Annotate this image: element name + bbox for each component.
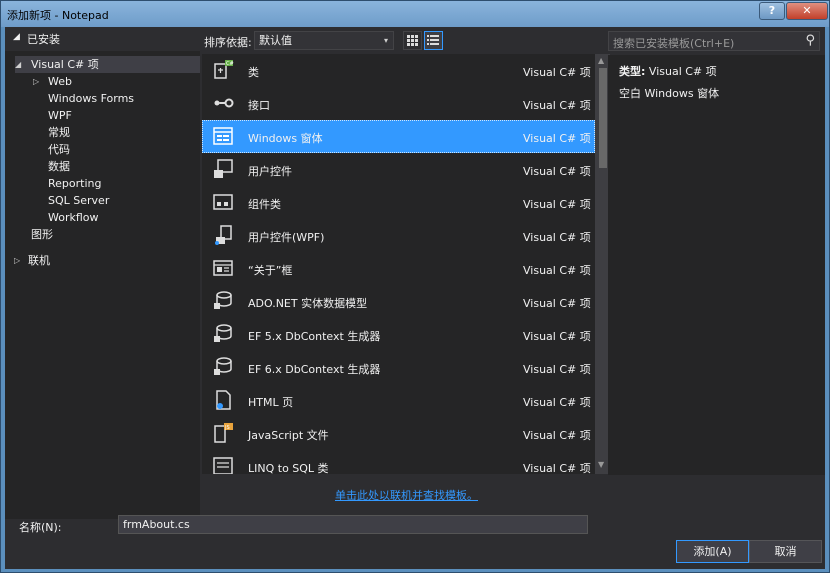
list-item[interactable]: EF 5.x DbContext 生成器 Visual C# 项 xyxy=(202,318,595,351)
grid-view-icon xyxy=(407,35,418,46)
sort-label: 排序依据: xyxy=(204,36,252,49)
tree-item-data[interactable]: 数据 xyxy=(48,158,70,175)
ef5-generator-icon xyxy=(214,324,232,342)
template-search-box[interactable]: 搜索已安装模板(Ctrl+E) ⚲ xyxy=(608,31,820,51)
collapse-arrow-icon[interactable]: ◢ xyxy=(13,32,20,42)
list-item[interactable]: LINQ to SQL 类 Visual C# 项 xyxy=(202,450,595,474)
type-value: Visual C# 项 xyxy=(648,65,717,78)
svg-text:JS: JS xyxy=(224,425,230,431)
search-placeholder: 搜索已安装模板(Ctrl+E) xyxy=(613,37,735,50)
list-item[interactable]: C# 类 Visual C# 项 xyxy=(202,54,595,87)
collapsed-arrow-icon[interactable]: ▷ xyxy=(14,252,20,269)
javascript-file-icon: JS xyxy=(214,423,233,443)
scroll-down-icon[interactable]: ▼ xyxy=(598,460,604,469)
add-button[interactable]: 添加(A) xyxy=(676,540,749,563)
name-input[interactable]: frmAbout.cs xyxy=(118,515,588,534)
tree-item-graphics[interactable]: 图形 xyxy=(31,226,53,243)
template-list: C# 类 Visual C# 项 接口 Visual C# 项 Windows … xyxy=(202,54,610,474)
tree-item-windows-forms[interactable]: Windows Forms xyxy=(48,90,134,107)
ado-net-model-icon xyxy=(214,291,232,309)
sort-dropdown[interactable]: 默认值 ▾ xyxy=(254,31,394,50)
help-button[interactable]: ? xyxy=(759,2,785,20)
wpf-user-control-icon xyxy=(215,225,232,245)
template-details-panel: 类型: Visual C# 项 空白 Windows 窗体 xyxy=(608,55,825,475)
sort-toolbar: 排序依据: 默认值 ▾ xyxy=(202,27,610,53)
chevron-down-icon: ▾ xyxy=(383,36,388,45)
dialog-body: ◢ 已安装 ◢ Visual C# 项 ▷ Web Windows Forms … xyxy=(5,27,825,569)
tree-item-general[interactable]: 常规 xyxy=(48,124,70,141)
windows-form-icon xyxy=(213,127,233,145)
tree-item-code[interactable]: 代码 xyxy=(48,141,70,158)
close-button[interactable]: ✕ xyxy=(786,2,828,20)
ef6-generator-icon xyxy=(214,357,232,375)
svg-text:C#: C# xyxy=(226,61,234,67)
search-icon[interactable]: ⚲ xyxy=(805,33,815,48)
list-view-icon xyxy=(427,35,439,45)
tree-item-wpf[interactable]: WPF xyxy=(48,107,72,124)
tree-item-workflow[interactable]: Workflow xyxy=(48,209,99,226)
list-item[interactable]: “关于”框 Visual C# 项 xyxy=(202,252,595,285)
name-label: 名称(N): xyxy=(19,521,62,534)
window-title: 添加新项 - Notepad xyxy=(7,9,109,22)
detail-type-row: 类型: Visual C# 项 xyxy=(619,63,717,79)
cancel-button[interactable]: 取消 xyxy=(749,540,822,563)
list-item[interactable]: ADO.NET 实体数据模型 Visual C# 项 xyxy=(202,285,595,318)
list-item[interactable]: 用户控件(WPF) Visual C# 项 xyxy=(202,219,595,252)
list-item[interactable]: 用户控件 Visual C# 项 xyxy=(202,153,595,186)
type-label: 类型: xyxy=(619,65,646,78)
tree-item-visual-csharp[interactable]: ◢ Visual C# 项 xyxy=(15,56,200,73)
tree-item-reporting[interactable]: Reporting xyxy=(48,175,101,192)
tree-item-sql-server[interactable]: SQL Server xyxy=(48,192,109,209)
user-control-icon xyxy=(214,159,233,178)
list-view-button[interactable] xyxy=(424,31,443,50)
interface-icon xyxy=(214,98,234,108)
class-icon: C# xyxy=(214,60,234,79)
template-category-tree: ◢ Visual C# 项 ▷ Web Windows Forms WPF 常规… xyxy=(5,51,200,519)
list-item[interactable]: EF 6.x DbContext 生成器 Visual C# 项 xyxy=(202,351,595,384)
installed-label: 已安装 xyxy=(27,33,60,46)
scrollbar-thumb[interactable] xyxy=(599,68,607,168)
installed-header[interactable]: ◢ 已安装 xyxy=(5,27,200,49)
list-item[interactable]: Windows 窗体 Visual C# 项 xyxy=(202,120,595,153)
list-item[interactable]: 组件类 Visual C# 项 xyxy=(202,186,595,219)
about-box-icon xyxy=(213,260,233,276)
list-item[interactable]: JS JavaScript 文件 Visual C# 项 xyxy=(202,417,595,450)
list-item[interactable]: HTML 页 Visual C# 项 xyxy=(202,384,595,417)
expanded-arrow-icon[interactable]: ◢ xyxy=(15,56,21,73)
add-new-item-window: 添加新项 - Notepad ? ✕ ◢ 已安装 ◢ Visual C# 项 ▷… xyxy=(0,0,830,573)
component-class-icon xyxy=(213,194,233,210)
collapsed-arrow-icon[interactable]: ▷ xyxy=(33,73,39,90)
scroll-up-icon[interactable]: ▲ xyxy=(598,56,604,65)
title-bar[interactable]: 添加新项 - Notepad ? ✕ xyxy=(1,1,829,27)
online-templates-link[interactable]: 单击此处以联机并查找模板。 xyxy=(335,487,478,503)
template-description: 空白 Windows 窗体 xyxy=(619,87,720,100)
html-page-icon xyxy=(216,390,231,410)
linq-to-sql-icon xyxy=(213,457,233,474)
list-item[interactable]: 接口 Visual C# 项 xyxy=(202,87,595,120)
grid-view-button[interactable] xyxy=(403,31,422,50)
